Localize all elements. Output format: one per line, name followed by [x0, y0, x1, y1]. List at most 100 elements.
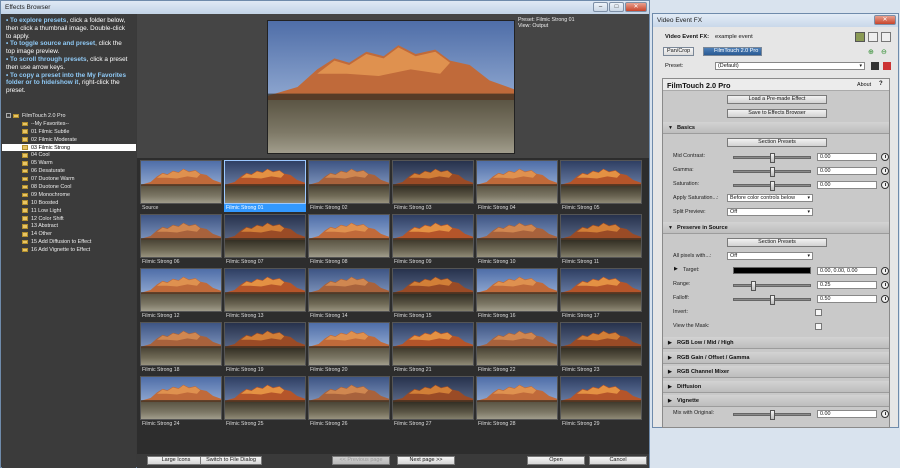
thumbnail-image[interactable]: [392, 376, 474, 420]
mid-contrast-keyframe-clock-icon[interactable]: [881, 153, 889, 161]
preset-thumbnail[interactable]: Filmic Strong 10: [475, 214, 559, 267]
thumbnail-image[interactable]: [560, 268, 642, 312]
gamma-value[interactable]: 0.00: [817, 167, 877, 175]
thumbnail-image[interactable]: [476, 376, 558, 420]
close-button[interactable]: ✕: [625, 2, 647, 12]
section-collapsed[interactable]: ▶ Diffusion: [663, 380, 889, 393]
gamma-keyframe-clock-icon[interactable]: [881, 167, 889, 175]
invert-checkbox[interactable]: [815, 309, 822, 316]
thumbnail-image[interactable]: [476, 268, 558, 312]
thumbnail-image[interactable]: [476, 160, 558, 204]
preset-thumbnail[interactable]: Filmic Strong 09: [391, 214, 475, 267]
thumbnail-image[interactable]: [224, 322, 306, 366]
tree-root-item[interactable]: – FilmTouch 2.0 Pro: [2, 112, 136, 120]
preset-thumbnail[interactable]: Filmic Strong 01: [223, 160, 307, 213]
falloff-slider[interactable]: [733, 295, 811, 305]
basics-section-presets-button[interactable]: Section Presets: [727, 138, 827, 147]
thumbnail-image[interactable]: [140, 322, 222, 366]
thumbnail-image[interactable]: [476, 214, 558, 258]
mix-knob[interactable]: [770, 410, 775, 420]
maximize-button[interactable]: □: [609, 2, 624, 12]
gamma-knob[interactable]: [770, 167, 775, 177]
saturation-value[interactable]: 0.00: [817, 181, 877, 189]
delete-preset-icon[interactable]: [883, 62, 891, 70]
preset-thumbnail[interactable]: Filmic Strong 26: [307, 376, 391, 429]
thumbnail-image[interactable]: [308, 322, 390, 366]
preset-thumbnail[interactable]: Filmic Strong 17: [559, 268, 643, 321]
target-expand-icon[interactable]: ▶: [674, 266, 678, 272]
open-button[interactable]: Open: [527, 456, 585, 465]
tree-folder-item[interactable]: 16 Add Vignette to Effect: [2, 246, 136, 254]
section-collapsed[interactable]: ▶ Vignette: [663, 395, 889, 407]
preset-thumbnail[interactable]: Filmic Strong 14: [307, 268, 391, 321]
preset-thumbnail[interactable]: Filmic Strong 03: [391, 160, 475, 213]
preset-thumbnail[interactable]: Filmic Strong 21: [391, 322, 475, 375]
preset-thumbnail[interactable]: Source: [139, 160, 223, 213]
preset-thumbnail[interactable]: Filmic Strong 27: [391, 376, 475, 429]
save-to-effects-browser-button[interactable]: Save to Effects Browser: [727, 109, 827, 118]
apply-saturation-select[interactable]: Before color controls below: [727, 194, 813, 202]
mid-contrast-slider[interactable]: [733, 153, 811, 163]
thumbnail-image[interactable]: [308, 214, 390, 258]
mix-value[interactable]: 0.00: [817, 410, 877, 418]
tree-folder-item[interactable]: 07 Duotone Warm: [2, 175, 136, 183]
preset-thumbnail[interactable]: Filmic Strong 16: [475, 268, 559, 321]
preset-thumbnail[interactable]: Filmic Strong 25: [223, 376, 307, 429]
preset-thumbnail[interactable]: Filmic Strong 06: [139, 214, 223, 267]
thumbnail-image[interactable]: [392, 160, 474, 204]
preset-thumbnail[interactable]: Filmic Strong 13: [223, 268, 307, 321]
cancel-button[interactable]: Cancel: [589, 456, 647, 465]
thumbnail-image[interactable]: [560, 214, 642, 258]
preset-thumbnail[interactable]: Filmic Strong 20: [307, 322, 391, 375]
preset-select[interactable]: (Default): [715, 62, 865, 70]
thumbnail-image[interactable]: [140, 214, 222, 258]
preset-thumbnail[interactable]: Filmic Strong 11: [559, 214, 643, 267]
thumbnail-image[interactable]: [560, 376, 642, 420]
tree-folder-item[interactable]: 09 Monochrome: [2, 191, 136, 199]
switch-to-file-dialog-button[interactable]: Switch to File Dialog: [200, 456, 262, 465]
preset-thumbnail[interactable]: Filmic Strong 23: [559, 322, 643, 375]
mix-slider[interactable]: [733, 410, 811, 420]
thumbnail-image[interactable]: [224, 268, 306, 312]
target-color-swatch[interactable]: [733, 267, 811, 274]
preset-thumbnail[interactable]: Filmic Strong 29: [559, 376, 643, 429]
mix-keyframe-clock-icon[interactable]: [881, 410, 889, 418]
next-page-button[interactable]: Next page >>: [397, 456, 455, 465]
collapse-icon[interactable]: –: [6, 113, 11, 119]
section-collapsed[interactable]: ▶ RGB Channel Mixer: [663, 366, 889, 378]
tree-folder-item[interactable]: --My Favorites--: [2, 120, 136, 128]
preset-thumbnail[interactable]: Filmic Strong 24: [139, 376, 223, 429]
range-knob[interactable]: [751, 281, 756, 291]
gamma-slider[interactable]: [733, 167, 811, 177]
chain-item-filmtouch[interactable]: FilmTouch 2.0 Pro: [703, 47, 763, 56]
previous-page-button[interactable]: << Previous page: [332, 456, 390, 465]
all-pixels-select[interactable]: Off: [727, 252, 813, 260]
thumbnail-image[interactable]: [140, 268, 222, 312]
thumbnail-image[interactable]: [476, 322, 558, 366]
thumbnail-image[interactable]: [392, 322, 474, 366]
thumbnail-image[interactable]: [224, 214, 306, 258]
saturation-knob[interactable]: [770, 181, 775, 191]
section-collapsed[interactable]: ▶ RGB Low / Mid / High: [663, 337, 889, 349]
target-value[interactable]: 0.00, 0.00, 0.00: [817, 267, 877, 275]
chain-item-pan-crop[interactable]: Pan/Crop: [663, 47, 695, 56]
range-keyframe-clock-icon[interactable]: [881, 281, 889, 289]
falloff-keyframe-clock-icon[interactable]: [881, 295, 889, 303]
preset-thumbnail[interactable]: Filmic Strong 18: [139, 322, 223, 375]
section-collapsed[interactable]: ▶ RGB Gain / Offset / Gamma: [663, 351, 889, 364]
tree-folder-item[interactable]: 10 Boosted: [2, 199, 136, 207]
add-plugin-icon[interactable]: ⊕: [868, 48, 874, 56]
preset-thumbnail[interactable]: Filmic Strong 12: [139, 268, 223, 321]
mid-contrast-knob[interactable]: [770, 153, 775, 163]
preset-thumbnail[interactable]: Filmic Strong 28: [475, 376, 559, 429]
tree-folder-item[interactable]: 02 Filmic Moderate: [2, 136, 136, 144]
tree-folder-item[interactable]: 08 Duotone Cool: [2, 183, 136, 191]
preset-thumbnail[interactable]: Filmic Strong 05: [559, 160, 643, 213]
split-preview-select[interactable]: Off: [727, 208, 813, 216]
save-preset-icon[interactable]: [871, 62, 879, 70]
minimize-button[interactable]: –: [593, 2, 608, 12]
thumbnail-image[interactable]: [140, 160, 222, 204]
tree-folder-item[interactable]: 14 Other: [2, 230, 136, 238]
preset-thumbnail[interactable]: Filmic Strong 07: [223, 214, 307, 267]
saturation-keyframe-clock-icon[interactable]: [881, 181, 889, 189]
